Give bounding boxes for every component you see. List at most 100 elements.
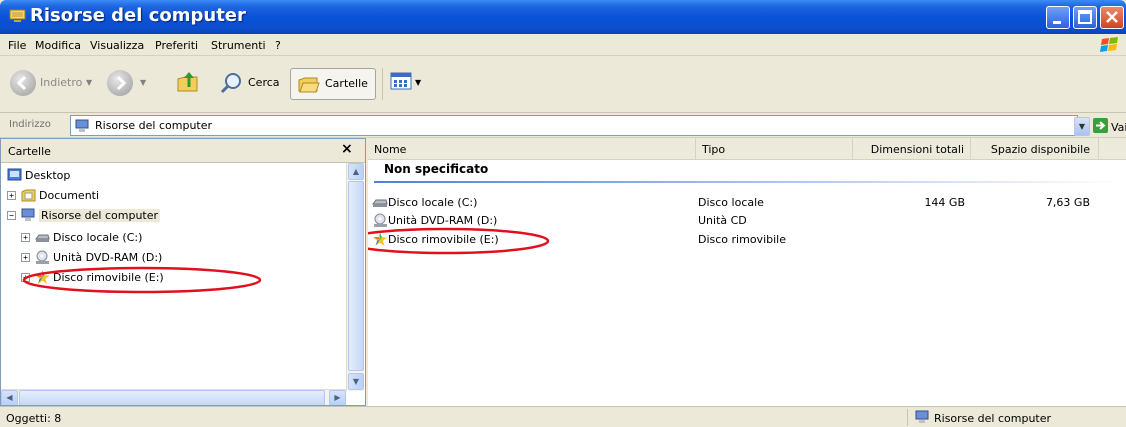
documents-folder-icon (21, 189, 36, 202)
expand-icon[interactable]: + (21, 253, 30, 262)
desktop-icon (7, 168, 22, 181)
folders-horizontal-scrollbar[interactable]: ◀ ▶ (1, 389, 346, 405)
maximize-icon (1078, 10, 1092, 24)
folders-pane: Cartelle × Desktop + Documenti − Risorse… (0, 138, 366, 406)
folders-title: Cartelle (8, 145, 51, 158)
menu-visualizza[interactable]: Visualizza (90, 39, 144, 52)
collapse-icon[interactable]: − (7, 211, 16, 220)
file-free-space: 7,63 GB (1045, 196, 1090, 209)
file-size: 144 GB (924, 196, 965, 209)
menu-help[interactable]: ? (275, 39, 281, 52)
back-button[interactable]: Indietro (40, 76, 82, 89)
file-type: Unità CD (698, 214, 747, 227)
scroll-thumb[interactable] (348, 181, 364, 371)
minimize-button[interactable] (1046, 6, 1070, 29)
status-bar: Oggetti: 8 Risorse del computer (0, 406, 1126, 427)
scroll-down-icon[interactable]: ▼ (348, 373, 364, 390)
views-dropdown-icon[interactable]: ▼ (415, 78, 421, 87)
folders-icon (298, 77, 320, 93)
hard-disk-icon (35, 234, 50, 242)
group-header: Non specificato (384, 162, 489, 176)
windows-logo-icon (1100, 37, 1118, 52)
menu-bar: File Modifica Visualizza Preferiti Strum… (0, 34, 1126, 56)
forward-icon[interactable] (107, 70, 133, 96)
file-name: Unità DVD-RAM (D:) (388, 214, 498, 227)
removable-disk-icon (35, 270, 50, 284)
tree-label: Documenti (39, 189, 100, 202)
tree-item-disco-rimovibile[interactable]: + Disco rimovibile (E:) (21, 269, 331, 287)
column-nome[interactable]: Nome (368, 138, 696, 160)
minimize-icon (1053, 21, 1061, 24)
scroll-right-icon[interactable]: ▶ (329, 390, 346, 405)
tree-label: Desktop (25, 169, 71, 182)
toolbar-separator (382, 68, 383, 100)
tree-item-documenti[interactable]: + Documenti (7, 187, 337, 205)
file-list-pane: Nome Tipo Dimensioni totali Spazio dispo… (368, 138, 1126, 406)
tree-item-risorse-del-computer[interactable]: − Risorse del computer (7, 207, 337, 225)
folder-up-icon[interactable] (175, 69, 201, 95)
tree-item-desktop[interactable]: Desktop (7, 167, 337, 185)
expand-icon[interactable]: + (21, 233, 30, 242)
toolbar: Indietro ▼ ▼ Cerca Cartelle ▼ (0, 56, 1126, 113)
tree-label: Disco locale (C:) (53, 231, 143, 244)
tree-item-disco-locale[interactable]: + Disco locale (C:) (21, 229, 331, 247)
folders-close-icon[interactable]: × (341, 141, 353, 157)
go-button[interactable]: Vai (1111, 121, 1126, 134)
scroll-up-icon[interactable]: ▲ (348, 163, 364, 180)
tree-item-unita-dvd[interactable]: + Unità DVD-RAM (D:) (21, 249, 331, 267)
my-computer-icon (915, 410, 929, 423)
tree-label: Risorse del computer (39, 209, 161, 222)
address-label: Indirizzo (9, 119, 51, 130)
address-bar: Indirizzo Risorse del computer ▼ Vai (0, 113, 1126, 138)
status-separator (907, 409, 908, 426)
explorer-window: Risorse del computer File Modifica Visua… (0, 0, 1126, 427)
search-icon[interactable] (220, 71, 244, 95)
file-type: Disco rimovibile (698, 233, 786, 246)
tree-label: Disco rimovibile (E:) (53, 271, 164, 284)
folders-button[interactable]: Cartelle (290, 68, 376, 100)
status-item-count: Oggetti: 8 (6, 412, 62, 425)
menu-preferiti[interactable]: Preferiti (155, 39, 198, 52)
scroll-left-icon[interactable]: ◀ (1, 390, 18, 405)
file-row-disco-rimovibile[interactable]: Disco rimovibile (E:) Disco rimovibile (368, 232, 1126, 248)
window-title: Risorse del computer (30, 5, 246, 26)
back-icon[interactable] (10, 70, 36, 96)
dvd-drive-icon (36, 250, 49, 264)
title-bar[interactable]: Risorse del computer (0, 0, 1126, 34)
my-computer-icon (21, 208, 35, 221)
column-tipo[interactable]: Tipo (696, 138, 853, 160)
menu-modifica[interactable]: Modifica (35, 39, 81, 52)
close-icon (1106, 11, 1118, 23)
folders-label: Cartelle (325, 77, 368, 90)
scroll-thumb[interactable] (19, 390, 325, 405)
group-divider (374, 181, 1124, 183)
views-icon[interactable] (390, 71, 412, 91)
file-row-disco-locale[interactable]: Disco locale (C:) Disco locale 144 GB 7,… (368, 195, 1126, 211)
menu-file[interactable]: File (8, 39, 26, 52)
file-name: Disco rimovibile (E:) (388, 233, 499, 246)
folders-vertical-scrollbar[interactable]: ▲ ▼ (346, 163, 364, 391)
search-button[interactable]: Cerca (248, 76, 280, 89)
hard-disk-icon (372, 199, 388, 207)
file-name: Disco locale (C:) (388, 196, 478, 209)
expand-icon[interactable]: + (7, 191, 16, 200)
file-type: Disco locale (698, 196, 764, 209)
column-dimensioni[interactable]: Dimensioni totali (853, 138, 971, 160)
dvd-drive-icon (374, 213, 387, 227)
menu-strumenti[interactable]: Strumenti (211, 39, 266, 52)
address-value: Risorse del computer (95, 119, 213, 132)
forward-dropdown-icon[interactable]: ▼ (140, 78, 146, 87)
my-computer-icon (75, 119, 89, 132)
removable-disk-icon (373, 232, 387, 246)
back-dropdown-icon[interactable]: ▼ (86, 78, 92, 87)
close-button[interactable] (1100, 6, 1124, 29)
column-spazio[interactable]: Spazio disponibile (971, 138, 1099, 160)
address-field[interactable]: Risorse del computer (70, 115, 1078, 136)
tree-label: Unità DVD-RAM (D:) (53, 251, 163, 264)
expand-icon[interactable]: + (21, 273, 30, 282)
maximize-button[interactable] (1073, 6, 1097, 29)
address-dropdown-icon[interactable]: ▼ (1074, 117, 1090, 136)
column-header: Nome Tipo Dimensioni totali Spazio dispo… (368, 138, 1126, 160)
file-row-unita-dvd[interactable]: Unità DVD-RAM (D:) Unità CD (368, 213, 1126, 229)
go-arrow-icon[interactable] (1093, 118, 1108, 133)
